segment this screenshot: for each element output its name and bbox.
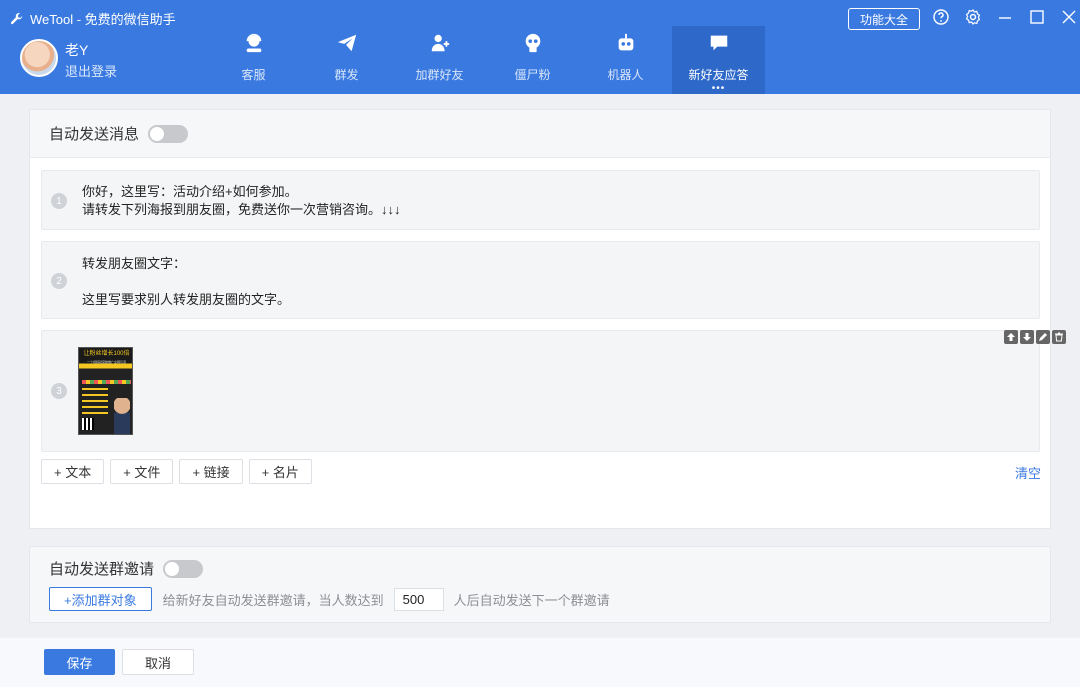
poster-strip (82, 380, 131, 384)
hint-before: 给新好友自动发送群邀请，当人数达到 (162, 592, 384, 608)
title-bar: WeTool - 免费的微信助手 老Y 退出登录 客服 群发 加群好友 僵尸粉 … (0, 0, 1080, 94)
avatar[interactable] (20, 39, 58, 77)
message-number: 2 (51, 273, 67, 289)
help-icon[interactable] (932, 8, 950, 26)
group-invite-title: 自动发送群邀请 (49, 561, 155, 578)
tab-customer-service[interactable]: 客服 (207, 26, 300, 94)
add-group-button[interactable]: +添加群对象 (49, 587, 152, 611)
tab-zombie-fans[interactable]: 僵尸粉 (486, 26, 579, 94)
message-number: 1 (51, 193, 67, 209)
message-text: 转发朋友圈文字： 这里写要求别人转发朋友圈的文字。 (82, 255, 290, 309)
message-tools (1004, 330, 1066, 344)
group-invite-toggle[interactable] (163, 559, 204, 578)
hint-after: 人后自动发送下一个群邀请 (453, 592, 610, 608)
chat-icon (710, 35, 727, 51)
app-title: WeTool - 免费的微信助手 (10, 9, 176, 28)
tab-label: 群发 (334, 68, 359, 82)
add-file-button[interactable]: + 文件 (110, 459, 174, 484)
main-nav: 客服 群发 加群好友 僵尸粉 机器人 新好友应答 ••• (207, 26, 765, 94)
message-item[interactable]: 1 你好，这里写：活动介绍+如何参加。 请转发下列海报到朋友圈，免费送你一次营销… (41, 170, 1040, 230)
app-title-text: WeTool - 免费的微信助手 (30, 12, 176, 27)
move-up-icon[interactable] (1004, 330, 1018, 344)
add-friend-icon (431, 34, 449, 52)
more-icon[interactable]: ••• (672, 84, 765, 94)
tab-broadcast[interactable]: 群发 (300, 26, 393, 94)
auto-send-header: 自动发送消息 (30, 110, 1050, 158)
tab-label: 客服 (241, 68, 266, 82)
message-line: 你好，这里写：活动介绍+如何参加。 (82, 184, 298, 199)
message-line: 这里写要求别人转发朋友圈的文字。 (82, 292, 291, 307)
add-link-button[interactable]: + 链接 (179, 459, 243, 484)
group-invite-panel: 自动发送群邀请 +添加群对象 给新好友自动发送群邀请，当人数达到 人后自动发送下… (29, 546, 1051, 623)
tab-robot[interactable]: 机器人 (579, 26, 672, 94)
edit-icon[interactable] (1036, 330, 1050, 344)
auto-send-title: 自动发送消息 (49, 126, 140, 143)
minimize-icon[interactable] (996, 8, 1014, 26)
group-invite-header: 自动发送群邀请 (49, 558, 204, 579)
add-text-button[interactable]: + 文本 (41, 459, 105, 484)
tab-label: 新好友应答 (688, 68, 749, 82)
save-button[interactable]: 保存 (44, 649, 115, 675)
settings-icon[interactable] (964, 8, 982, 26)
tab-new-friend-reply[interactable]: 新好友应答 ••• (672, 26, 765, 94)
auto-send-toggle[interactable] (148, 124, 189, 143)
window-controls (932, 8, 1078, 26)
close-icon[interactable] (1060, 8, 1078, 26)
poster-qr-code (82, 418, 94, 430)
maximize-icon[interactable] (1028, 8, 1046, 26)
clear-link[interactable]: 清空 (1015, 463, 1041, 482)
message-line: 请转发下列海报到朋友圈，免费送你一次营销咨询。↓↓↓ (82, 202, 401, 217)
message-text: 你好，这里写：活动介绍+如何参加。 请转发下列海报到朋友圈，免费送你一次营销咨询… (82, 183, 401, 219)
poster-image[interactable]: 让粉丝增长100倍 一个视频就突破推广全网引流 (78, 347, 133, 435)
group-invite-row: +添加群对象 给新好友自动发送群邀请，当人数达到 人后自动发送下一个群邀请 (49, 587, 610, 611)
tab-label: 僵尸粉 (514, 68, 551, 82)
cancel-button[interactable]: 取消 (122, 649, 194, 675)
message-number: 3 (51, 383, 67, 399)
tab-add-group-friends[interactable]: 加群好友 (393, 26, 486, 94)
move-down-icon[interactable] (1020, 330, 1034, 344)
footer: 保存 取消 (0, 638, 1080, 687)
delete-icon[interactable] (1052, 330, 1066, 344)
add-content-row: + 文本 + 文件 + 链接 + 名片 (41, 459, 312, 484)
tab-label: 加群好友 (415, 68, 464, 82)
all-functions-button[interactable]: 功能大全 (848, 8, 920, 30)
wrench-icon (10, 12, 23, 24)
message-item[interactable]: 2 转发朋友圈文字： 这里写要求别人转发朋友圈的文字。 (41, 241, 1040, 319)
zombie-icon (525, 33, 540, 53)
message-line: 转发朋友圈文字： (82, 256, 187, 271)
poster-portrait (114, 398, 130, 434)
paper-plane-icon (337, 34, 356, 52)
message-line (82, 273, 290, 291)
customer-service-icon (246, 33, 261, 53)
poster-subtitle: 一个视频就突破推广全网引流 (86, 360, 126, 364)
robot-icon (618, 33, 633, 51)
user-name: 老Y (65, 42, 89, 58)
poster-rows (82, 388, 108, 416)
logout-link[interactable]: 退出登录 (65, 61, 117, 80)
add-card-button[interactable]: + 名片 (248, 459, 312, 484)
member-count-input[interactable] (393, 587, 444, 611)
poster-title: 让粉丝增长100倍 (83, 351, 130, 357)
auto-send-panel: 自动发送消息 1 你好，这里写：活动介绍+如何参加。 请转发下列海报到朋友圈，免… (29, 109, 1066, 529)
tab-label: 机器人 (607, 68, 644, 82)
message-item[interactable]: 3 让粉丝增长100倍 一个视频就突破推广全网引流 (41, 330, 1040, 452)
